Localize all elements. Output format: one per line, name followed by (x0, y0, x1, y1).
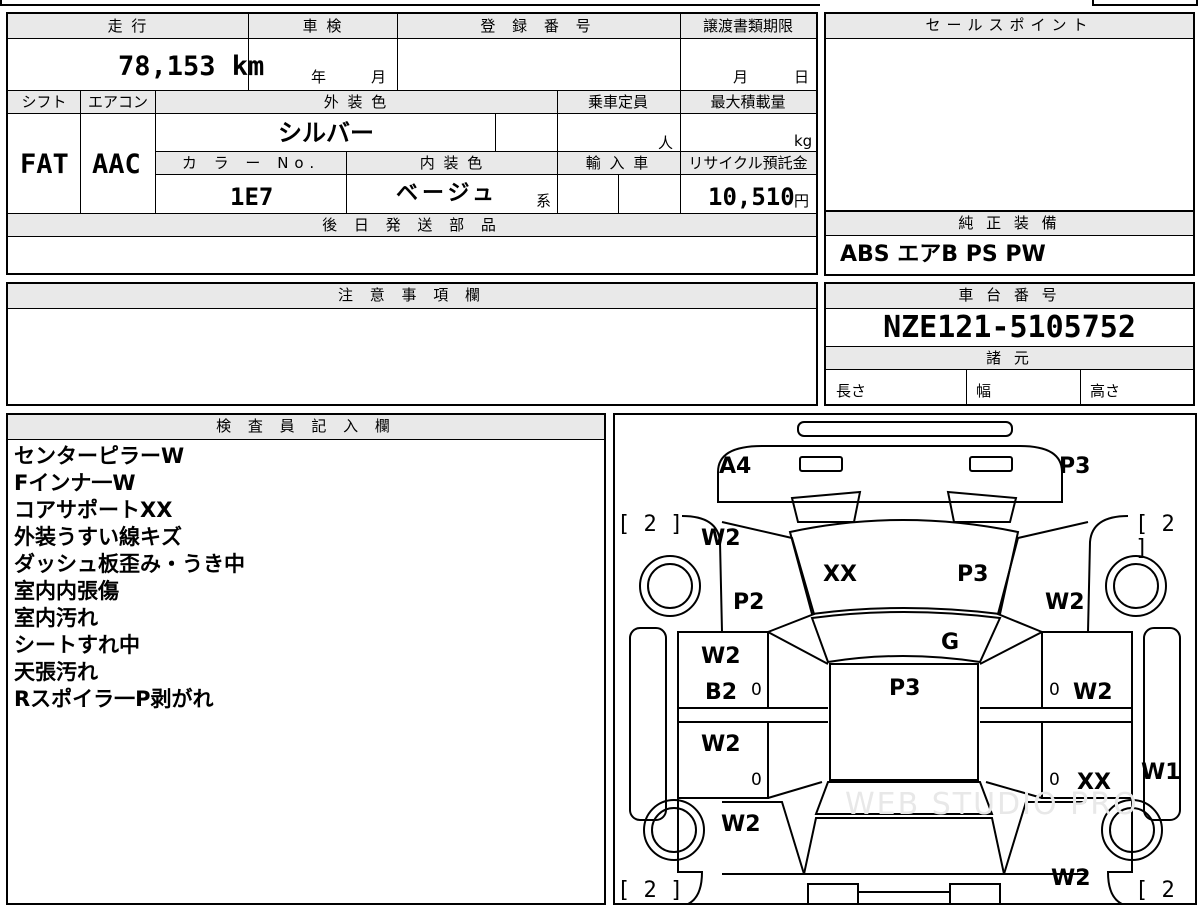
mark-front-left-door: W2 (701, 644, 741, 669)
exterior-color-value: シルバー (278, 119, 374, 147)
tire-front-left-bracket: [ 2 ] (617, 512, 684, 537)
mark-front-bumper-left: A4 (719, 454, 752, 479)
inspector-label: 検 査 員 記 入 欄 (8, 415, 604, 440)
color-no-value: 1E7 (230, 183, 274, 211)
inspection-year: 年 (311, 68, 327, 86)
recycle-label: リサイクル預託金 (688, 154, 808, 172)
max-load-unit: kg (794, 132, 813, 150)
car-diagram-box: WEB STUDIO PRO [ 2 ] [ 2 ] [ 2 ] [ 2 ] A… (613, 413, 1197, 905)
note-line: ダッシュ板歪み・うき中 (14, 552, 245, 576)
transfer-month: 月 (733, 68, 749, 86)
spec-height: 高さ (1090, 382, 1121, 400)
mark-left-pillar: B2 (705, 680, 738, 705)
chassis-box: 車 台 番 号 NZE121-5105752 諸 元 長さ 幅 高さ (824, 282, 1195, 406)
transfer-deadline-label: 譲渡書類期限 (702, 17, 793, 35)
vehicle-info-table: 走 行 車 検 登 録 番 号 譲渡書類期限 78,153 km 年 月 月 日… (6, 12, 818, 275)
mark-hood-right: P3 (957, 562, 989, 587)
sales-point-label: セールスポイント (826, 14, 1193, 39)
shift-value: FAT (20, 149, 69, 180)
top-edge-remnant (0, 0, 820, 6)
later-parts-label: 後 日 発 送 部 品 (322, 216, 502, 234)
recycle-value: 10,510 (708, 183, 795, 211)
mark-front-left-fender: W2 (701, 526, 741, 551)
inspector-notes-box: 検 査 員 記 入 欄 センターピラーW Fインナ一W コアサポートXX 外装う… (6, 413, 606, 905)
mark-right-fender: W2 (1045, 590, 1085, 615)
capacity-label: 乗車定員 (587, 93, 648, 111)
caution-label: 注 意 事 項 欄 (8, 284, 816, 309)
exterior-color-label: 外 装 色 (323, 93, 389, 111)
standard-equipment-box: 純 正 装 備 ABS エアB PS PW (824, 210, 1195, 276)
color-no-label: カ ラ ー No. (181, 154, 321, 172)
mark-zero: 0 (751, 770, 762, 790)
mark-zero: 0 (1049, 770, 1060, 790)
interior-color-label: 内 装 色 (419, 154, 485, 172)
inspection-label: 車 検 (302, 17, 344, 35)
top-edge-remnant-right (1092, 0, 1198, 6)
mark-zero: 0 (751, 680, 762, 700)
mark-rear-left-quarter: W2 (721, 812, 761, 837)
spec-width: 幅 (976, 382, 992, 400)
specs-label: 諸 元 (986, 349, 1033, 367)
tire-rear-left-bracket: [ 2 ] (617, 878, 684, 903)
chassis-number: NZE121-5105752 (883, 310, 1136, 345)
caution-box: 注 意 事 項 欄 (6, 282, 818, 406)
inspection-month: 月 (371, 68, 387, 86)
mark-front-right-door: W2 (1073, 680, 1113, 705)
note-line: Fインナ一W (14, 471, 136, 495)
aircon-value: AAC (92, 149, 141, 180)
chassis-label: 車 台 番 号 (826, 284, 1193, 309)
mileage-label: 走 行 (107, 17, 149, 35)
spec-length: 長さ (836, 382, 867, 400)
import-label: 輸 入 車 (585, 154, 651, 172)
standard-equipment-label: 純 正 装 備 (826, 212, 1193, 236)
sales-point-box: セールスポイント (824, 12, 1195, 212)
interior-color-suffix: 系 (536, 192, 552, 210)
recycle-unit: 円 (794, 192, 810, 210)
tire-front-right-bracket: [ 2 ] (1135, 512, 1175, 561)
mileage-value: 78,153 km (118, 51, 265, 82)
tire-rear-right-bracket: [ 2 ] (1135, 878, 1175, 904)
transfer-day: 日 (794, 68, 810, 86)
note-line: 天張汚れ (14, 660, 98, 684)
shift-label: シフト (21, 93, 67, 111)
mark-front-bumper-right: P3 (1059, 454, 1091, 479)
note-line: 外装うすい線キズ (14, 525, 182, 549)
interior-color-value: ベージュ (396, 181, 499, 206)
note-line: 室内内張傷 (14, 579, 119, 603)
mark-windshield: G (941, 630, 960, 655)
mark-zero: 0 (1049, 680, 1060, 700)
max-load-label: 最大積載量 (710, 93, 786, 111)
inspector-notes-list: センターピラーW Fインナ一W コアサポートXX 外装うすい線キズ ダッシュ板歪… (14, 443, 245, 713)
aircon-label: エアコン (87, 93, 148, 111)
mark-right-rocker: W1 (1141, 760, 1181, 785)
note-line: Rスポイラ一P剥がれ (14, 687, 214, 711)
note-line: コアサポートXX (14, 498, 173, 522)
mark-roof: P3 (889, 676, 921, 701)
registration-label: 登 録 番 号 (480, 17, 597, 35)
mark-rear-right-quarter: W2 (1051, 866, 1091, 891)
mark-rear-left-door: W2 (701, 732, 741, 757)
mark-hood-left: XX (823, 562, 857, 587)
mark-rear-right-door: XX (1077, 770, 1111, 795)
capacity-unit: 人 (658, 134, 674, 152)
standard-equipment-value: ABS エアB PS PW (840, 242, 1046, 267)
note-line: センターピラーW (14, 444, 185, 468)
mark-left-fender: P2 (733, 590, 765, 615)
note-line: シートすれ中 (14, 633, 140, 657)
note-line: 室内汚れ (14, 606, 98, 630)
